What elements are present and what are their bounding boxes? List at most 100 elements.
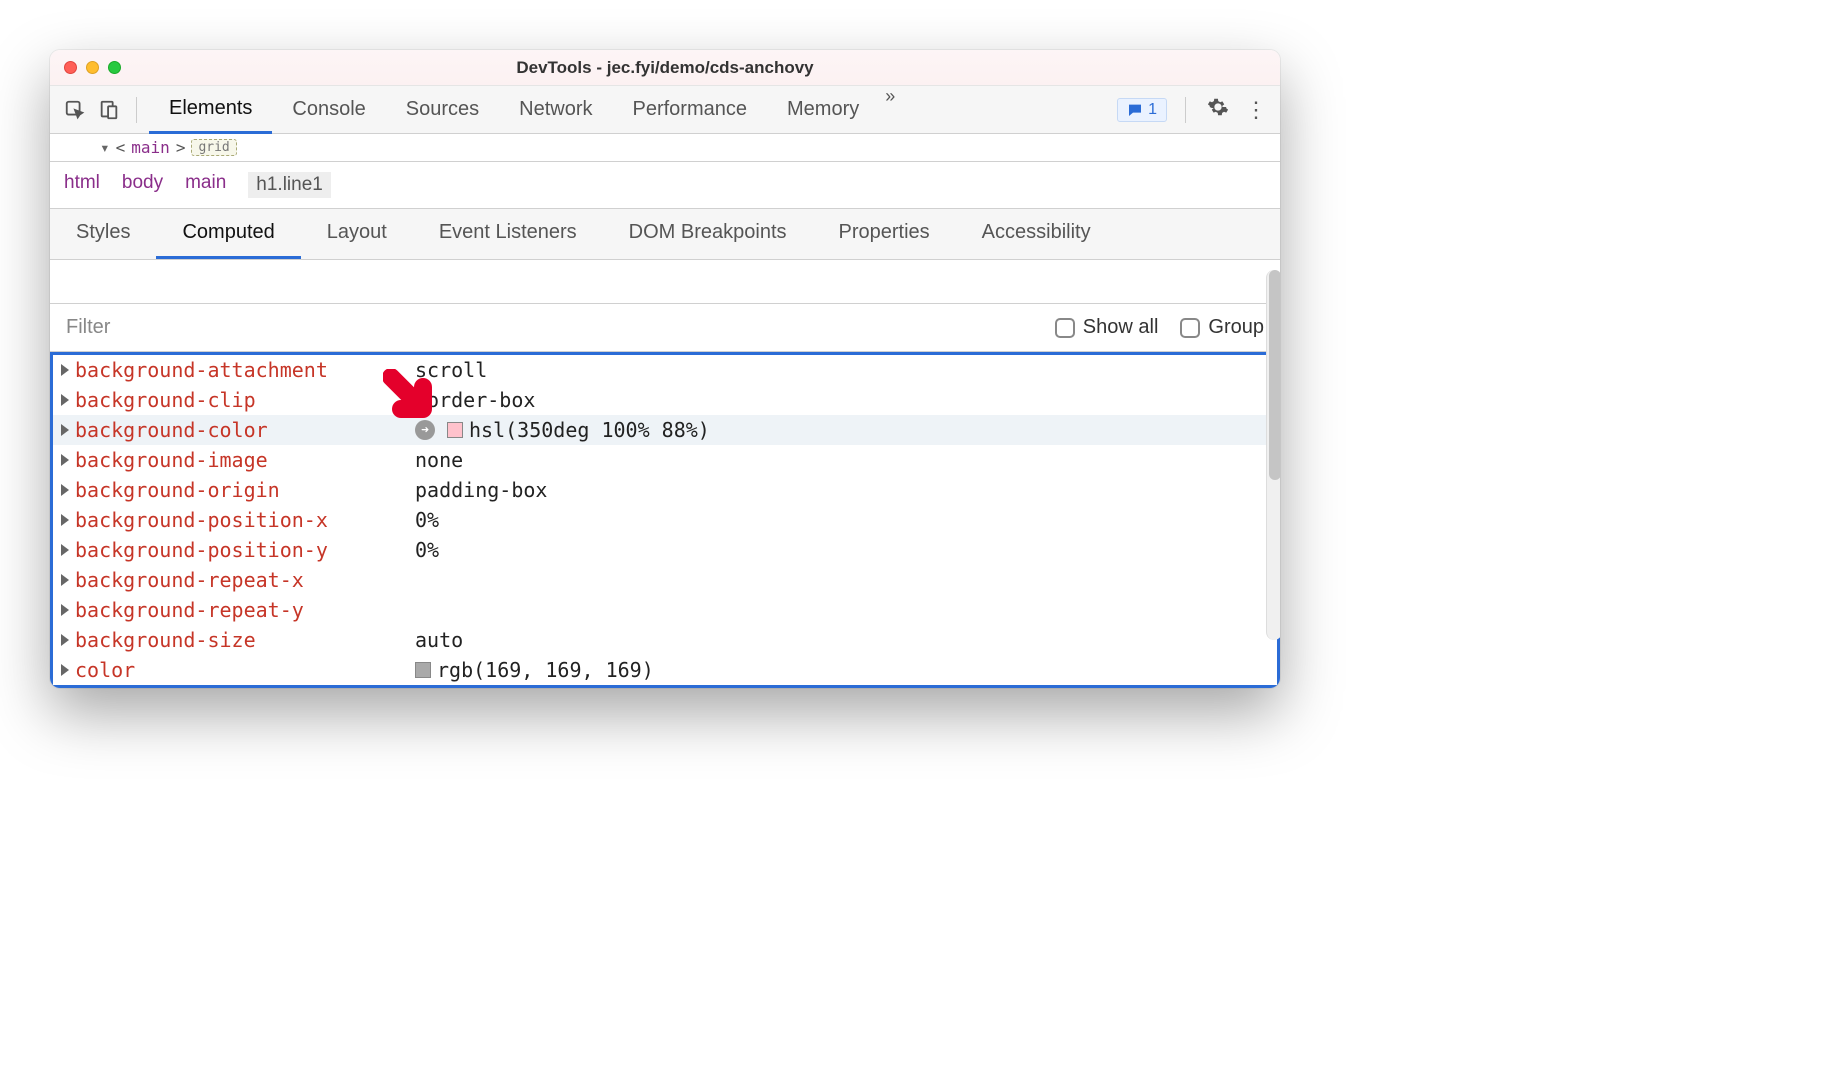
window-title: DevTools - jec.fyi/demo/cds-anchovy	[50, 58, 1280, 78]
expand-triangle-icon[interactable]	[61, 514, 69, 526]
expand-triangle-icon[interactable]	[61, 424, 69, 436]
stab-layout[interactable]: Layout	[301, 209, 413, 259]
property-value[interactable]: none	[415, 448, 463, 472]
toolbar-right: 1 ⋮	[1117, 96, 1270, 124]
property-value-text: rgb(169, 169, 169)	[437, 658, 654, 682]
property-row[interactable]: color rgb(169, 169, 169)	[53, 655, 1277, 685]
color-swatch-icon[interactable]	[415, 662, 431, 678]
elements-tree-strip: ▾ <main> grid	[50, 134, 1280, 162]
inspect-icon[interactable]	[60, 95, 90, 125]
group-label: Group	[1208, 316, 1264, 339]
property-name: background-color	[75, 418, 415, 442]
property-value[interactable]: padding-box	[415, 478, 547, 502]
sidebar-tabs: Styles Computed Layout Event Listeners D…	[50, 209, 1280, 260]
scrollbar[interactable]	[1266, 270, 1280, 640]
property-name: background-clip	[75, 388, 415, 412]
property-name: background-position-x	[75, 508, 415, 532]
breadcrumb-item[interactable]: main	[185, 172, 226, 198]
property-row[interactable]: background-repeat-y	[53, 595, 1277, 625]
property-name: background-repeat-y	[75, 598, 415, 622]
property-name: background-origin	[75, 478, 415, 502]
property-name: color	[75, 658, 415, 682]
stab-dom-breakpoints[interactable]: DOM Breakpoints	[603, 209, 813, 259]
grid-badge[interactable]: grid	[191, 139, 236, 156]
stab-event-listeners[interactable]: Event Listeners	[413, 209, 603, 259]
property-name: background-position-y	[75, 538, 415, 562]
property-value-text: auto	[415, 628, 463, 652]
separator	[136, 97, 137, 123]
breadcrumb-item[interactable]: html	[64, 172, 100, 198]
annotation-arrow-icon	[383, 369, 443, 434]
tab-network[interactable]: Network	[499, 86, 612, 134]
filter-input[interactable]: Filter	[66, 316, 110, 339]
property-row[interactable]: background-attachmentscroll	[53, 355, 1277, 385]
stab-computed[interactable]: Computed	[156, 209, 300, 259]
filter-row: Filter Show all Group	[50, 304, 1280, 352]
checkbox-icon	[1055, 318, 1075, 338]
property-name: background-size	[75, 628, 415, 652]
main-tabs: Elements Console Sources Network Perform…	[149, 86, 1113, 134]
group-checkbox[interactable]: Group	[1180, 316, 1264, 339]
scroll-thumb[interactable]	[1269, 270, 1280, 480]
show-all-checkbox[interactable]: Show all	[1055, 316, 1159, 339]
property-row[interactable]: background-repeat-x	[53, 565, 1277, 595]
property-row[interactable]: background-imagenone	[53, 445, 1277, 475]
property-row[interactable]: background-color➜hsl(350deg 100% 88%)	[53, 415, 1277, 445]
property-name: background-repeat-x	[75, 568, 415, 592]
property-row[interactable]: background-originpadding-box	[53, 475, 1277, 505]
more-tabs-icon[interactable]: »	[879, 86, 901, 134]
devtools-window: DevTools - jec.fyi/demo/cds-anchovy Elem…	[50, 50, 1280, 688]
device-toggle-icon[interactable]	[94, 95, 124, 125]
computed-properties-pane: background-attachmentscrollbackground-cl…	[50, 352, 1280, 688]
expand-triangle-icon[interactable]	[61, 604, 69, 616]
tab-sources[interactable]: Sources	[386, 86, 499, 134]
expand-triangle-icon[interactable]	[61, 664, 69, 676]
expand-triangle-icon[interactable]	[61, 394, 69, 406]
message-icon	[1127, 102, 1143, 118]
property-value[interactable]: ➜hsl(350deg 100% 88%)	[415, 418, 710, 442]
property-value-text: none	[415, 448, 463, 472]
stab-accessibility[interactable]: Accessibility	[956, 209, 1117, 259]
expand-triangle-icon[interactable]	[61, 454, 69, 466]
breadcrumb-selected[interactable]: h1.line1	[248, 172, 331, 198]
property-value-text: hsl(350deg 100% 88%)	[469, 418, 710, 442]
separator	[1185, 97, 1186, 123]
spacer	[50, 260, 1280, 304]
tab-performance[interactable]: Performance	[613, 86, 768, 134]
expand-triangle-icon[interactable]	[61, 574, 69, 586]
property-name: background-image	[75, 448, 415, 472]
property-row[interactable]: background-sizeauto	[53, 625, 1277, 655]
property-row[interactable]: background-position-y0%	[53, 535, 1277, 565]
titlebar: DevTools - jec.fyi/demo/cds-anchovy	[50, 50, 1280, 86]
stab-properties[interactable]: Properties	[813, 209, 956, 259]
tab-console[interactable]: Console	[272, 86, 385, 134]
expand-triangle-icon[interactable]	[61, 364, 69, 376]
tab-memory[interactable]: Memory	[767, 86, 879, 134]
property-name: background-attachment	[75, 358, 415, 382]
property-value[interactable]: 0%	[415, 508, 439, 532]
element-tag[interactable]: main	[131, 138, 170, 157]
color-swatch-icon[interactable]	[447, 422, 463, 438]
show-all-label: Show all	[1083, 316, 1159, 339]
property-value[interactable]: 0%	[415, 538, 439, 562]
checkbox-icon	[1180, 318, 1200, 338]
issues-badge[interactable]: 1	[1117, 98, 1167, 122]
property-value-text: 0%	[415, 508, 439, 532]
property-row[interactable]: background-position-x0%	[53, 505, 1277, 535]
breadcrumb: html body main h1.line1	[50, 162, 1280, 209]
property-row[interactable]: background-clipborder-box	[53, 385, 1277, 415]
more-menu-icon[interactable]: ⋮	[1242, 97, 1270, 123]
property-value[interactable]: rgb(169, 169, 169)	[415, 658, 654, 682]
tab-elements[interactable]: Elements	[149, 86, 272, 134]
main-toolbar: Elements Console Sources Network Perform…	[50, 86, 1280, 134]
expand-triangle-icon[interactable]	[61, 484, 69, 496]
issues-count: 1	[1148, 101, 1157, 119]
breadcrumb-item[interactable]: body	[122, 172, 163, 198]
property-value[interactable]: auto	[415, 628, 463, 652]
property-value-text: 0%	[415, 538, 439, 562]
property-value-text: padding-box	[415, 478, 547, 502]
expand-triangle-icon[interactable]	[61, 544, 69, 556]
expand-triangle-icon[interactable]	[61, 634, 69, 646]
settings-icon[interactable]	[1204, 96, 1232, 124]
stab-styles[interactable]: Styles	[50, 209, 156, 259]
